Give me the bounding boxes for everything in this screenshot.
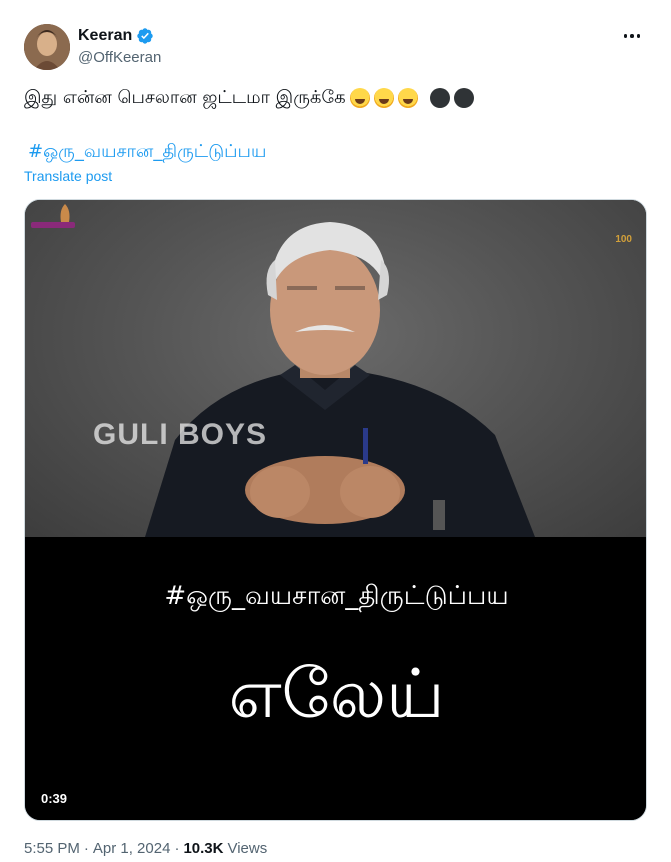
views-label: Views — [227, 840, 268, 857]
video-player[interactable]: GULI BOYS 100 #ஒரு_வயசான_திருட்டுப்பய எல… — [24, 199, 647, 821]
tweet-meta: 5:55 PM · Apr 1, 2024 · 10.3K Views — [24, 840, 267, 857]
tweet-card: Keeran @OffKeeran இது என்ன பெசலான ஜட்டமா… — [0, 0, 671, 862]
video-watermark: GULI BOYS — [93, 418, 268, 451]
author-name-block: Keeran @OffKeeran — [78, 25, 161, 66]
verified-badge-icon[interactable] — [136, 27, 154, 45]
video-duration-badge: 0:39 — [35, 789, 74, 808]
tweet-text-body: இது என்ன பெசலான ஜட்டமா இருக்கே — [24, 87, 346, 108]
tweet-time[interactable]: 5:55 PM — [24, 840, 80, 857]
more-dot-icon — [623, 34, 628, 38]
dark-circle-emoji-icon — [429, 88, 450, 108]
more-dot-icon — [630, 34, 634, 38]
video-frame: GULI BOYS 100 — [25, 200, 646, 537]
video-caption-main: எலேய் — [228, 655, 445, 734]
more-dot-icon — [636, 34, 641, 38]
author-handle[interactable]: @OffKeeran — [78, 49, 161, 66]
dark-circle-emoji-icon — [453, 88, 474, 108]
tweet-text: இது என்ன பெசலான ஜட்டமா இருக்கே — [24, 86, 474, 110]
meta-separator: · — [174, 840, 180, 857]
tweet-date[interactable]: Apr 1, 2024 — [93, 840, 171, 857]
laughing-emoji-icon — [349, 88, 370, 108]
meta-separator: · — [83, 840, 89, 857]
avatar-portrait-icon — [24, 24, 70, 70]
laughing-emoji-icon — [373, 88, 394, 108]
display-name-row: Keeran — [78, 25, 161, 47]
tweet-header: Keeran @OffKeeran — [24, 20, 650, 72]
video-caption-area: #ஒரு_வயசான_திருட்டுப்பய எலேய் — [25, 537, 646, 820]
laughing-emoji-icon — [397, 88, 418, 108]
speaker-figure — [145, 222, 535, 537]
video-caption-hashtag: #ஒரு_வயசான_திருட்டுப்பய — [164, 581, 509, 611]
channel-logo-text: 100 — [615, 234, 632, 245]
author-display-name[interactable]: Keeran — [78, 27, 132, 45]
channel-logo-icon — [31, 204, 75, 228]
author-avatar[interactable] — [24, 24, 70, 70]
hashtag-link[interactable]: #ஒரு_வயசான_திருட்டுப்பய — [28, 140, 266, 164]
views-count[interactable]: 10.3K — [183, 840, 223, 857]
translate-post-link[interactable]: Translate post — [24, 168, 112, 184]
more-options-button[interactable] — [620, 26, 644, 46]
